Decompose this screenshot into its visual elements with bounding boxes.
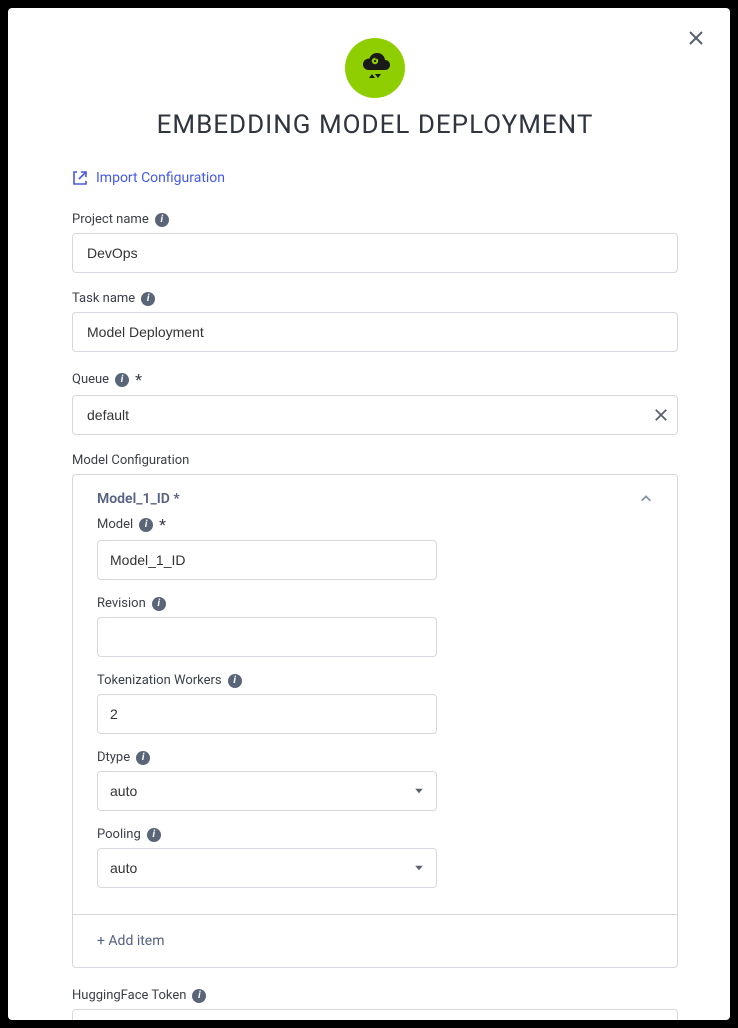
pooling-label: Pooling bbox=[97, 827, 141, 842]
info-icon[interactable]: i bbox=[152, 597, 166, 611]
info-icon[interactable]: i bbox=[141, 292, 155, 306]
task-name-input[interactable] bbox=[72, 312, 678, 352]
import-icon bbox=[72, 170, 88, 186]
model-config-box: Model_1_ID * Model i * bbox=[72, 474, 678, 968]
revision-field: Revision i bbox=[97, 596, 653, 657]
project-name-label: Project name bbox=[72, 212, 149, 227]
pooling-select[interactable] bbox=[97, 848, 437, 888]
model-field: Model i * bbox=[97, 515, 653, 580]
revision-input[interactable] bbox=[97, 617, 437, 657]
dialog-backdrop: EMBEDDING MODEL DEPLOYMENT Import Config… bbox=[0, 0, 738, 1028]
queue-label: Queue bbox=[72, 372, 109, 387]
model-input[interactable] bbox=[97, 540, 437, 580]
close-icon[interactable] bbox=[688, 30, 704, 46]
model-config-label: Model Configuration bbox=[72, 453, 678, 468]
info-icon[interactable]: i bbox=[228, 674, 242, 688]
tokenization-workers-field: Tokenization Workers i bbox=[97, 673, 653, 734]
hf-token-input[interactable] bbox=[72, 1009, 678, 1020]
dtype-select[interactable] bbox=[97, 771, 437, 811]
tokenization-workers-input[interactable] bbox=[97, 694, 437, 734]
model-label: Model bbox=[97, 517, 133, 532]
model-config-accordion-header[interactable]: Model_1_ID * bbox=[73, 475, 677, 515]
dialog-title: EMBEDDING MODEL DEPLOYMENT bbox=[72, 110, 678, 140]
task-name-field: Task name i bbox=[72, 291, 678, 352]
info-icon[interactable]: i bbox=[136, 751, 150, 765]
required-mark: * bbox=[159, 515, 166, 534]
info-icon[interactable]: i bbox=[155, 213, 169, 227]
dtype-field: Dtype i bbox=[97, 750, 653, 811]
cloud-deploy-icon bbox=[345, 38, 405, 98]
task-name-label: Task name bbox=[72, 291, 135, 306]
import-label: Import Configuration bbox=[96, 170, 225, 186]
model-config-body: Model i * Revision i Tokenization Wo bbox=[73, 515, 677, 914]
revision-label: Revision bbox=[97, 596, 146, 611]
info-icon[interactable]: i bbox=[115, 373, 129, 387]
queue-input[interactable] bbox=[72, 395, 678, 435]
chevron-up-icon bbox=[639, 492, 653, 506]
dtype-label: Dtype bbox=[97, 750, 130, 765]
model-config-header-title: Model_1_ID * bbox=[97, 491, 180, 507]
clear-icon[interactable] bbox=[654, 408, 668, 422]
required-mark: * bbox=[135, 370, 142, 389]
project-name-input[interactable] bbox=[72, 233, 678, 273]
hf-token-field: HuggingFace Token i bbox=[72, 988, 678, 1020]
queue-field: Queue i * bbox=[72, 370, 678, 435]
tokenization-workers-label: Tokenization Workers bbox=[97, 673, 222, 688]
pooling-field: Pooling i bbox=[97, 827, 653, 888]
hf-token-label: HuggingFace Token bbox=[72, 988, 186, 1003]
import-configuration-link[interactable]: Import Configuration bbox=[72, 170, 678, 186]
info-icon[interactable]: i bbox=[147, 828, 161, 842]
add-item-button[interactable]: + Add item bbox=[73, 914, 677, 967]
info-icon[interactable]: i bbox=[139, 518, 153, 532]
deployment-dialog: EMBEDDING MODEL DEPLOYMENT Import Config… bbox=[8, 8, 730, 1020]
project-name-field: Project name i bbox=[72, 212, 678, 273]
info-icon[interactable]: i bbox=[192, 989, 206, 1003]
